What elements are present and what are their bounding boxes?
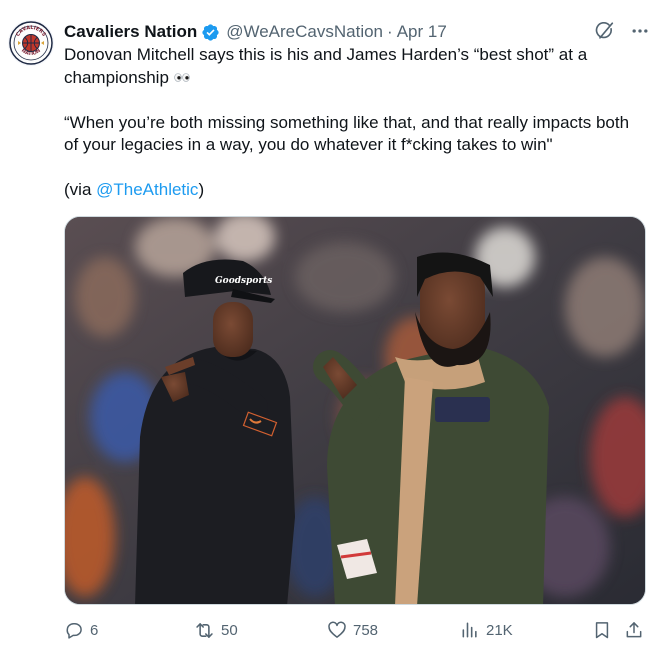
tweet-text: Donovan Mitchell says this is his and Ja…	[64, 44, 644, 202]
like-button[interactable]: 758	[327, 620, 378, 640]
tweet-card[interactable]: CAVALIERS NATION Cavaliers Nation @WeAre…	[0, 0, 660, 652]
like-count: 758	[353, 621, 379, 639]
mention-link[interactable]: @TheAthletic	[96, 180, 198, 199]
repost-count: 50	[221, 622, 238, 639]
tweet-date[interactable]: Apr 17	[397, 22, 447, 42]
verified-icon	[201, 23, 220, 42]
tweet-header: Cavaliers Nation @WeAreCavsNation · Apr …	[64, 20, 650, 44]
share-button[interactable]	[624, 620, 644, 640]
more-icon[interactable]	[630, 21, 650, 41]
author-handle[interactable]: @WeAreCavsNation	[226, 22, 383, 42]
separator-dot: ·	[387, 22, 393, 41]
views-icon	[460, 620, 480, 640]
reply-count: 6	[90, 621, 99, 639]
share-icon	[624, 620, 644, 640]
bookmark-button[interactable]	[592, 620, 612, 640]
views-button[interactable]: 21K	[460, 620, 513, 640]
reply-icon	[64, 620, 84, 640]
action-bar: 6 50 758 21K	[64, 620, 646, 642]
repost-icon	[194, 620, 215, 641]
display-name[interactable]: Cavaliers Nation	[64, 22, 197, 42]
eyes-emoji	[173, 67, 190, 90]
header-actions	[594, 20, 650, 42]
tweet-line-1: Donovan Mitchell says this is his and Ja…	[64, 44, 644, 89]
like-icon	[327, 620, 347, 640]
via-prefix: (via	[64, 180, 97, 200]
repost-button[interactable]: 50	[194, 620, 238, 641]
via-suffix: )	[198, 180, 205, 200]
reply-button[interactable]: 6	[64, 620, 98, 640]
tweet-line-1-text: Donovan Mitchell says this is his and Ja…	[64, 45, 588, 87]
tweet-via: (via @TheAthletic)	[64, 179, 644, 202]
cap-logo-text: Goodsports	[215, 276, 272, 286]
bookmark-icon	[592, 620, 612, 640]
tweet-photo[interactable]: Goodsports	[64, 216, 646, 605]
avatar[interactable]: CAVALIERS NATION	[8, 20, 54, 66]
tweet-line-2: “When you’re both missing something like…	[64, 112, 630, 155]
grok-icon[interactable]	[594, 20, 616, 42]
views-count: 21K	[486, 621, 513, 639]
